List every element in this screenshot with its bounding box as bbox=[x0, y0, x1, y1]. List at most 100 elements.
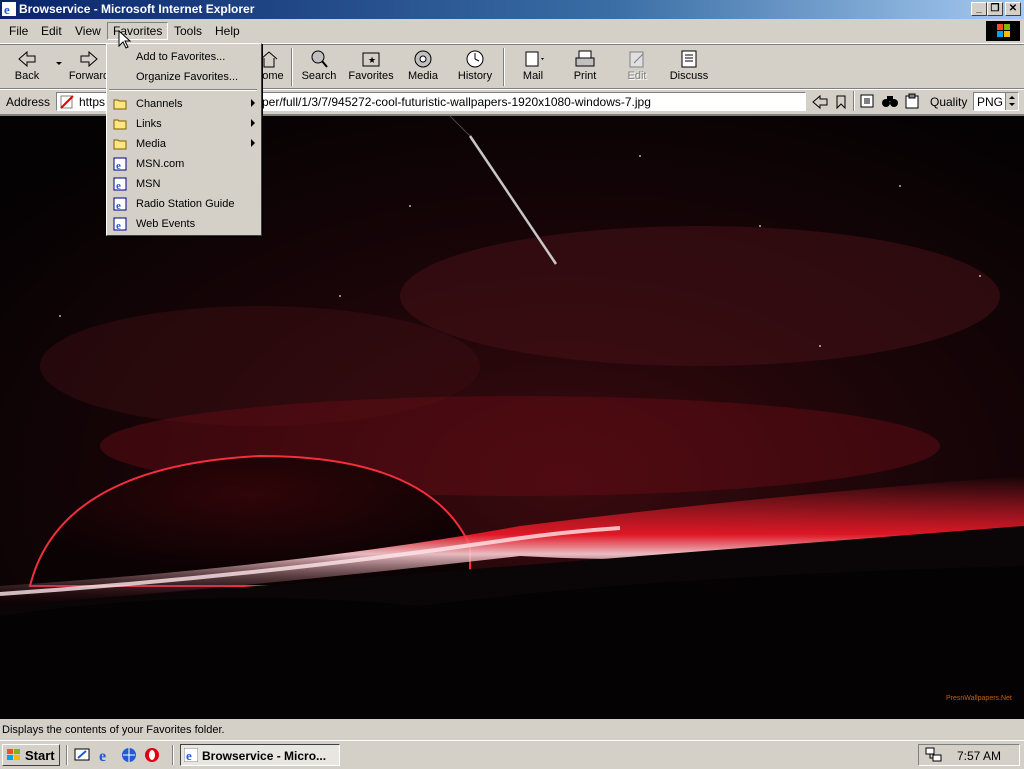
print-label: Print bbox=[573, 70, 597, 82]
web-events-label: Web Events bbox=[136, 218, 196, 230]
menu-item-media[interactable]: Media bbox=[109, 134, 257, 154]
spinner-up-arrow[interactable] bbox=[1009, 96, 1015, 99]
edit-button[interactable]: Edit bbox=[614, 47, 660, 82]
taskbar-separator bbox=[172, 745, 174, 765]
menu-item-links[interactable]: Links bbox=[109, 114, 257, 134]
find-binoculars-icon[interactable] bbox=[881, 93, 899, 109]
folder-icon bbox=[113, 119, 127, 130]
menu-item-add-to-favorites[interactable]: Add to Favorites... bbox=[109, 47, 257, 67]
menu-favorites[interactable]: Favorites bbox=[107, 22, 169, 40]
mail-button[interactable]: Mail bbox=[510, 47, 556, 82]
favorites-button[interactable]: ★ Favorites bbox=[346, 47, 396, 82]
menu-tools[interactable]: Tools bbox=[168, 23, 208, 39]
ie-page-icon: e bbox=[113, 217, 127, 231]
history-button[interactable]: History bbox=[452, 47, 498, 82]
forward-label: Forward bbox=[68, 70, 110, 82]
back-button[interactable]: Back bbox=[4, 47, 50, 82]
minimize-button[interactable]: _ bbox=[971, 2, 987, 16]
folder-icon bbox=[113, 139, 127, 150]
menu-file-label: File bbox=[9, 24, 29, 38]
go-arrow-icon[interactable] bbox=[811, 94, 829, 110]
back-label: Back bbox=[14, 70, 40, 82]
submenu-arrow-icon bbox=[251, 99, 255, 107]
search-label: Search bbox=[301, 70, 337, 82]
submenu-arrow-icon bbox=[251, 119, 255, 127]
discuss-button[interactable]: Discuss bbox=[666, 47, 712, 82]
menu-item-msn[interactable]: e MSN bbox=[109, 174, 257, 194]
ie-logo-icon: e bbox=[2, 2, 16, 16]
menu-file[interactable]: File bbox=[3, 23, 34, 39]
clock[interactable]: 7:57 AM bbox=[957, 749, 1001, 763]
menu-item-web-events[interactable]: e Web Events bbox=[109, 214, 257, 234]
menu-item-radio-station-guide[interactable]: e Radio Station Guide bbox=[109, 194, 257, 214]
forward-arrow-icon bbox=[80, 50, 98, 68]
ie-quicklaunch-icon[interactable]: e bbox=[97, 747, 115, 763]
title-bar[interactable]: e Browservice - Microsoft Internet Explo… bbox=[0, 0, 1024, 19]
spinner-down-arrow[interactable] bbox=[1009, 103, 1015, 106]
network-quicklaunch-icon[interactable] bbox=[120, 747, 138, 763]
menu-edit[interactable]: Edit bbox=[35, 23, 68, 39]
start-button[interactable]: Start bbox=[2, 744, 60, 766]
ie-page-icon: e bbox=[113, 177, 127, 191]
page-view-icon[interactable] bbox=[859, 93, 875, 109]
clipboard-icon[interactable] bbox=[904, 93, 920, 109]
search-button[interactable]: Search bbox=[296, 47, 342, 82]
svg-text:★: ★ bbox=[368, 55, 376, 65]
submenu-arrow-icon bbox=[251, 139, 255, 147]
mail-icon bbox=[525, 51, 544, 67]
media-label: Media bbox=[408, 70, 438, 82]
bookmark-icon[interactable] bbox=[834, 94, 848, 110]
svg-text:e: e bbox=[116, 200, 121, 211]
menu-help[interactable]: Help bbox=[209, 23, 246, 39]
quicklaunch-separator bbox=[66, 745, 68, 765]
close-button[interactable]: ✕ bbox=[1005, 2, 1021, 16]
address-label: Address bbox=[6, 95, 51, 109]
menu-item-organize-favorites[interactable]: Organize Favorites... bbox=[109, 67, 257, 87]
svg-text:e: e bbox=[116, 220, 121, 231]
status-text: Displays the contents of your Favorites … bbox=[2, 724, 225, 736]
print-button[interactable]: Print bbox=[562, 47, 608, 82]
mouse-cursor-icon bbox=[118, 30, 132, 49]
channels-label: Channels bbox=[136, 98, 183, 110]
ie-page-icon: e bbox=[113, 197, 127, 211]
quality-spinner[interactable] bbox=[1005, 93, 1018, 110]
menu-edit-label: Edit bbox=[41, 24, 62, 38]
organize-favorites-label: Organize Favorites... bbox=[136, 71, 239, 83]
windows-flag-icon bbox=[7, 749, 20, 760]
start-label: Start bbox=[25, 748, 55, 763]
back-dropdown-arrow[interactable] bbox=[56, 62, 62, 65]
search-icon bbox=[311, 50, 328, 68]
taskbar-window-button[interactable]: e Browservice - Micro... bbox=[180, 744, 340, 766]
media-icon bbox=[414, 50, 432, 68]
media-button[interactable]: Media bbox=[400, 47, 446, 82]
status-bar: Displays the contents of your Favorites … bbox=[0, 720, 1024, 740]
restore-button[interactable]: ❐ bbox=[987, 2, 1003, 16]
windows-throbber-logo bbox=[986, 21, 1020, 41]
svg-text:e: e bbox=[99, 748, 106, 763]
menu-item-msn-com[interactable]: e MSN.com bbox=[109, 154, 257, 174]
quality-select[interactable]: PNG bbox=[973, 92, 1019, 111]
quality-label: Quality bbox=[930, 95, 968, 109]
favorites-icon: ★ bbox=[362, 52, 380, 67]
window-title: Browservice - Microsoft Internet Explore… bbox=[19, 2, 255, 16]
menu-help-label: Help bbox=[215, 24, 240, 38]
insecure-page-icon bbox=[60, 95, 74, 109]
svg-text:e: e bbox=[116, 180, 121, 191]
svg-text:e: e bbox=[186, 748, 192, 762]
opera-quicklaunch-icon[interactable] bbox=[143, 747, 161, 763]
edit-label: Edit bbox=[627, 70, 647, 82]
menu-separator bbox=[109, 89, 257, 91]
history-icon bbox=[466, 50, 484, 68]
show-desktop-icon[interactable] bbox=[74, 747, 92, 763]
msn-com-label: MSN.com bbox=[136, 158, 185, 170]
back-arrow-icon bbox=[18, 50, 36, 68]
menu-item-channels[interactable]: Channels bbox=[109, 94, 257, 114]
menu-view[interactable]: View bbox=[69, 23, 107, 39]
address-url-start: https bbox=[79, 95, 106, 109]
svg-text:e: e bbox=[116, 160, 121, 171]
address-url-end: per/full/1/3/7/945272-cool-futuristic-wa… bbox=[262, 95, 651, 109]
menu-view-label: View bbox=[75, 24, 101, 38]
history-label: History bbox=[457, 70, 493, 82]
toolbar-separator bbox=[291, 48, 293, 86]
network-status-icon[interactable] bbox=[925, 747, 943, 763]
